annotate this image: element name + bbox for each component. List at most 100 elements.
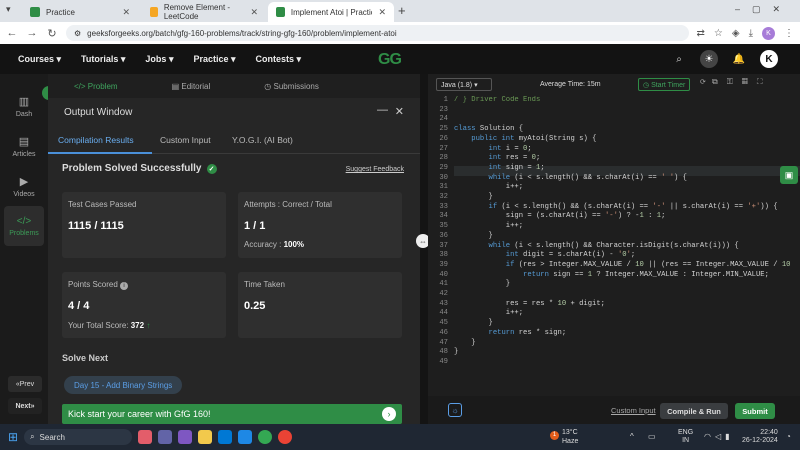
close-icon[interactable]: ✕: [395, 105, 404, 118]
compile-run-button[interactable]: Compile & Run: [660, 403, 728, 419]
points-value: 4 / 4: [68, 300, 90, 312]
line-number: 41: [439, 280, 448, 289]
taskbar-search[interactable]: ⌕ Search: [24, 429, 133, 445]
accuracy-row: Accuracy : 100%: [244, 240, 304, 249]
tab-custom-input[interactable]: Custom Input: [160, 135, 211, 145]
gfg-logo[interactable]: GG: [378, 51, 402, 69]
chrome-icon[interactable]: [258, 430, 273, 444]
status-row: Problem Solved Successfully ✓: [62, 163, 217, 174]
close-icon[interactable]: ✕: [378, 7, 386, 18]
minimize-icon[interactable]: —: [377, 104, 388, 116]
browser-tab[interactable]: Practice ✕: [22, 2, 138, 22]
submit-button[interactable]: Submit: [735, 403, 775, 419]
nav-practice[interactable]: Practice ▾: [193, 54, 235, 65]
sidebar-item-videos[interactable]: ▶ Videos: [4, 166, 44, 206]
sidebar-item-articles[interactable]: ▤ Articles: [4, 126, 44, 166]
site-info-icon[interactable]: ⚙: [74, 29, 81, 38]
close-icon[interactable]: ✕: [250, 7, 258, 18]
copilot-icon[interactable]: [138, 430, 153, 444]
timer-settings-icon[interactable]: ⟳: [700, 78, 710, 90]
teams-icon[interactable]: [158, 430, 173, 444]
notification-bell-icon[interactable]: ◔: [786, 432, 791, 441]
language-select[interactable]: Java (1.8) ▾: [436, 78, 492, 91]
close-icon[interactable]: ✕: [122, 7, 130, 18]
info-icon[interactable]: i: [120, 282, 129, 290]
next-button[interactable]: Next »: [8, 398, 42, 414]
reload-icon[interactable]: ↻: [46, 27, 58, 40]
weather-text: Haze: [562, 438, 579, 445]
suggest-feedback-link[interactable]: Suggest Feedback: [346, 166, 404, 173]
wifi-sound-battery-icons[interactable]: ◠◁▮: [704, 432, 734, 441]
next-problem-chip[interactable]: Day 15 - Add Binary Strings: [64, 376, 183, 394]
new-tab-icon[interactable]: +: [398, 3, 406, 18]
menu-icon[interactable]: ⋮: [784, 28, 794, 39]
browser-tab-title: Remove Element - LeetCode: [163, 3, 231, 21]
profile-avatar[interactable]: K: [762, 26, 775, 40]
tab-search-icon[interactable]: ▾: [6, 4, 11, 15]
tray-app-icon[interactable]: ▭: [648, 432, 656, 441]
translate-icon[interactable]: ⇄: [697, 28, 705, 39]
tab-problem[interactable]: </> Problem: [74, 82, 118, 91]
chrome-profile-icon[interactable]: [278, 430, 293, 444]
nav-tutorials[interactable]: Tutorials ▾: [81, 54, 125, 65]
url-field[interactable]: ⚙ geeksforgeeks.org/batch/gfg-160-proble…: [66, 25, 689, 41]
nav-contests[interactable]: Contests ▾: [256, 54, 302, 65]
url-text: geeksforgeeks.org/batch/gfg-160-problems…: [87, 28, 397, 38]
theme-toggle-icon[interactable]: ☀: [700, 50, 718, 68]
code-line: res = res * 10 + digit;: [454, 299, 605, 308]
language-indicator[interactable]: ENG IN: [678, 429, 693, 445]
chevron-right-icon[interactable]: ›: [382, 407, 396, 421]
line-number-gutter: 1 23 24 25 26 27 28 29 30 31 32 33 34 35 36 37 38 39 40 41 4…: [428, 96, 452, 396]
weather-widget[interactable]: 1 13°C Haze: [550, 429, 590, 447]
line-number: 26: [439, 134, 448, 143]
custom-input-link[interactable]: Custom Input: [611, 406, 656, 415]
editor-tools[interactable]: ⧉⚿▦⛶: [712, 77, 772, 87]
nav-courses[interactable]: Courses ▾: [18, 54, 61, 65]
windows-taskbar: ⊞ ⌕ Search 1 13°C Haze ^ ▭ ENG IN ◠◁▮ 22…: [0, 424, 800, 450]
search-icon[interactable]: ⌕: [670, 50, 688, 68]
download-icon[interactable]: ⤓: [749, 28, 753, 39]
app-icon[interactable]: [178, 430, 193, 444]
user-avatar[interactable]: K: [760, 50, 778, 68]
solve-next-heading: Solve Next: [62, 353, 109, 363]
chat-icon[interactable]: ▣: [780, 166, 798, 184]
average-time: Average Time: 15m: [540, 81, 601, 88]
start-timer-button[interactable]: ◷ Start Timer: [638, 78, 691, 91]
file-explorer-icon[interactable]: [198, 430, 213, 444]
extensions-icon[interactable]: ◈: [732, 28, 740, 39]
nav-jobs[interactable]: Jobs ▾: [145, 54, 173, 65]
line-number: 33: [439, 202, 448, 211]
sidebar-item-dash[interactable]: ▥ Dash: [4, 86, 44, 126]
tab-yogi-bot[interactable]: Y.O.G.I. (AI Bot): [232, 135, 293, 145]
tray-chevron-icon[interactable]: ^: [630, 432, 634, 441]
tab-submissions[interactable]: ◷ Submissions: [264, 82, 319, 91]
forward-icon[interactable]: →: [26, 27, 38, 39]
sidebar-label: Problems: [9, 229, 39, 237]
tab-editorial[interactable]: ▤ Editorial: [172, 82, 211, 91]
back-icon[interactable]: ←: [6, 27, 18, 39]
tab-compilation-results[interactable]: Compilation Results: [58, 135, 134, 145]
line-number: 1: [443, 96, 448, 104]
pane-splitter[interactable]: [420, 74, 428, 424]
clock[interactable]: 22:40 26-12-2024: [742, 429, 778, 445]
bookmark-icon[interactable]: ☆: [714, 28, 723, 39]
prev-button[interactable]: « Prev: [8, 376, 42, 392]
windows-start-icon[interactable]: ⊞: [8, 430, 18, 444]
gfg-favicon-icon: [276, 7, 285, 17]
notification-icon[interactable]: 🔔: [730, 50, 748, 68]
article-icon: ▤: [18, 135, 30, 148]
code-line: return sign == 1 ? Integer.MAX_VALUE : I…: [523, 270, 769, 279]
browser-tab[interactable]: Remove Element - LeetCode ✕: [142, 2, 266, 22]
code-area[interactable]: / } Driver Code Ends class Solution { pu…: [454, 96, 800, 396]
edge-icon[interactable]: [218, 430, 233, 444]
status-text: Problem Solved Successfully: [62, 163, 202, 174]
browser-tab-active[interactable]: Implement Atoi | Practice | Gee ✕: [268, 2, 394, 22]
sidebar-item-problems[interactable]: </> Problems: [4, 206, 44, 246]
bulb-icon[interactable]: ☼: [448, 403, 462, 417]
output-window-title: Output Window: [64, 107, 133, 118]
line-number: 47: [439, 338, 448, 347]
window-controls[interactable]: –▢✕: [735, 4, 792, 15]
promo-banner[interactable]: Kick start your career with GfG 160! ›: [62, 404, 402, 424]
outlook-icon[interactable]: [238, 430, 253, 444]
